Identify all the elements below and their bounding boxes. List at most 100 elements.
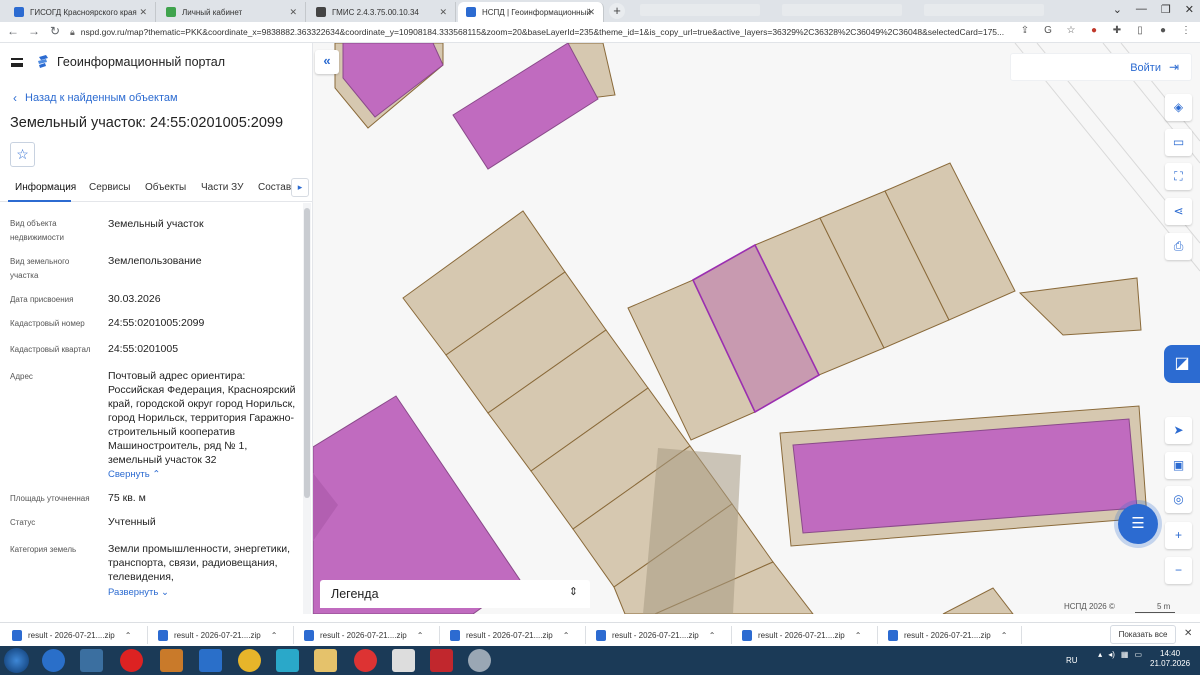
collapse-link-label: Свернуть	[108, 469, 150, 480]
minimap-icon[interactable]: ▣	[1165, 452, 1192, 479]
hamburger-menu-icon[interactable]	[11, 58, 23, 67]
chat-bubble-button[interactable]: ☰	[1118, 504, 1158, 544]
outlook-icon[interactable]	[199, 649, 222, 672]
panel-scrollbar[interactable]	[303, 203, 311, 614]
clock[interactable]: 14:40 21.07.2026	[1150, 649, 1190, 669]
tabs-scroll-right-button[interactable]: ▸	[291, 178, 309, 197]
profile-icon[interactable]: ●	[1157, 25, 1169, 37]
blurred-tab[interactable]	[640, 4, 760, 16]
pdf-reader-icon[interactable]	[430, 649, 453, 672]
chevron-up-icon[interactable]: ⌃	[563, 631, 570, 640]
share-icon[interactable]: ⋖	[1165, 198, 1192, 225]
download-item[interactable]: result - 2026-07-21....zip ⌃	[450, 628, 569, 642]
internet-explorer-icon[interactable]	[42, 649, 65, 672]
chevron-up-icon[interactable]: ⌃	[271, 631, 278, 640]
favorite-star-button[interactable]: ☆	[10, 142, 35, 167]
download-item[interactable]: result - 2026-07-21....zip ⌃	[596, 628, 715, 642]
file-explorer-icon[interactable]	[314, 649, 337, 672]
close-tab-icon[interactable]: ✕	[439, 7, 447, 18]
chevron-up-icon[interactable]: ⌃	[855, 631, 862, 640]
map-canvas[interactable]	[313, 43, 1200, 614]
app-arrow-icon[interactable]	[80, 649, 103, 672]
extension-icon[interactable]: ●	[1088, 25, 1100, 37]
collapse-link[interactable]: Свернуть ⌃	[108, 469, 160, 480]
close-tab-icon[interactable]: ✕	[587, 7, 595, 18]
login-button[interactable]: Войти ⇥	[1010, 53, 1192, 81]
download-item[interactable]: result - 2026-07-21....zip ⌃	[742, 628, 861, 642]
bookmark-star-icon[interactable]: ☆	[1065, 25, 1077, 37]
property-value: 24:55:0201005	[108, 343, 179, 355]
tab-composition[interactable]: Состав	[258, 182, 291, 193]
close-downloads-icon[interactable]: ✕	[1184, 628, 1192, 639]
network-icon[interactable]: ▦	[1121, 650, 1129, 659]
land-parcel[interactable]	[942, 587, 1014, 614]
zoom-out-icon[interactable]: −	[1165, 557, 1192, 584]
ruler-icon[interactable]: ▭	[1165, 129, 1192, 156]
system-app-icon[interactable]	[468, 649, 491, 672]
blurred-tab[interactable]	[782, 4, 902, 16]
scrollbar-thumb[interactable]	[304, 208, 310, 498]
browser-tab-active[interactable]: НСПД | Геоинформационный п ✕	[458, 2, 604, 22]
close-tab-icon[interactable]: ✕	[139, 7, 147, 18]
tab-objects[interactable]: Объекты	[145, 182, 186, 193]
chrome-icon[interactable]	[238, 649, 261, 672]
close-tab-icon[interactable]: ✕	[289, 7, 297, 18]
side-panel-icon[interactable]: ▯	[1134, 25, 1146, 37]
favicon-icon	[166, 7, 176, 17]
land-parcel[interactable]	[1018, 277, 1142, 336]
tab-search-icon[interactable]: ⌄	[1113, 3, 1122, 16]
locate-icon[interactable]: ➤	[1165, 417, 1192, 444]
start-button-icon[interactable]	[4, 648, 29, 673]
tab-label: Личный кабинет	[182, 7, 243, 17]
layers-icon[interactable]: ◈	[1165, 94, 1192, 121]
yandex-browser-icon[interactable]	[354, 649, 377, 672]
share-page-icon[interactable]: ⇪	[1019, 25, 1031, 37]
minimize-icon[interactable]: —	[1136, 3, 1147, 16]
legend-panel[interactable]: Легенда ⇕	[320, 580, 590, 608]
lync-icon[interactable]	[276, 649, 299, 672]
search-location-icon[interactable]: ◎	[1165, 486, 1192, 513]
select-area-icon[interactable]: ⛶	[1165, 163, 1192, 190]
opera-icon[interactable]	[120, 649, 143, 672]
tray-arrow-icon[interactable]: ▴	[1098, 650, 1102, 659]
chevron-up-icon[interactable]: ⌃	[1001, 631, 1008, 640]
expand-collapse-icon[interactable]: ⇕	[569, 585, 578, 598]
expand-link[interactable]: Развернуть ⌄	[108, 587, 169, 598]
volume-icon[interactable]: ◂)	[1108, 650, 1115, 659]
download-item[interactable]: result - 2026-07-21....zip ⌃	[12, 628, 131, 642]
browser-tab[interactable]: ГМИС 2.4.3.75.00.10.34 ✕	[308, 2, 456, 22]
language-indicator[interactable]: RU	[1066, 656, 1078, 665]
address-bar[interactable]: 🔒︎ nspd.gov.ru/map?thematic=PKK&coordina…	[70, 23, 1020, 41]
menu-dots-icon[interactable]: ⋮	[1180, 25, 1192, 37]
download-item[interactable]: result - 2026-07-21....zip ⌃	[158, 628, 277, 642]
browser-tab[interactable]: ГИСОГД Красноярского края ✕	[6, 2, 156, 22]
download-item[interactable]: result - 2026-07-21....zip ⌃	[304, 628, 423, 642]
collapse-panel-button[interactable]: «	[315, 50, 339, 74]
zoom-in-icon[interactable]: +	[1165, 522, 1192, 549]
7zip-icon[interactable]	[392, 649, 415, 672]
show-all-downloads-button[interactable]: Показать все	[1110, 625, 1176, 644]
chevron-up-icon[interactable]: ⌃	[709, 631, 716, 640]
extensions-puzzle-icon[interactable]: ✚	[1111, 25, 1123, 37]
print-icon[interactable]: ⎙	[1165, 233, 1192, 260]
download-item[interactable]: result - 2026-07-21....zip ⌃	[888, 628, 1007, 642]
tab-services[interactable]: Сервисы	[89, 182, 130, 193]
chevron-up-icon[interactable]: ⌃	[125, 631, 132, 640]
forward-arrow-icon[interactable]: →	[27, 24, 41, 38]
blurred-tab[interactable]	[924, 4, 1044, 16]
maximize-icon[interactable]: ❐	[1161, 3, 1171, 16]
building-footprint[interactable]	[452, 43, 599, 170]
tab-information[interactable]: Информация	[15, 182, 76, 193]
battery-icon[interactable]: ▭	[1134, 650, 1142, 659]
translate-icon[interactable]: G	[1042, 25, 1054, 37]
chevron-up-icon[interactable]: ⌃	[417, 631, 424, 640]
new-tab-button[interactable]: +	[609, 3, 625, 19]
map-tools-dock-button[interactable]: ◪	[1164, 345, 1200, 383]
back-to-results-link[interactable]: ‹ Назад к найденным объектам	[13, 91, 178, 105]
back-arrow-icon[interactable]: ←	[6, 24, 20, 38]
reload-icon[interactable]: ↻	[48, 24, 62, 38]
media-player-icon[interactable]	[160, 649, 183, 672]
browser-tab[interactable]: Личный кабинет ✕	[158, 2, 306, 22]
close-window-icon[interactable]: ✕	[1185, 3, 1194, 16]
tab-parcel-parts[interactable]: Части ЗУ	[201, 182, 243, 193]
